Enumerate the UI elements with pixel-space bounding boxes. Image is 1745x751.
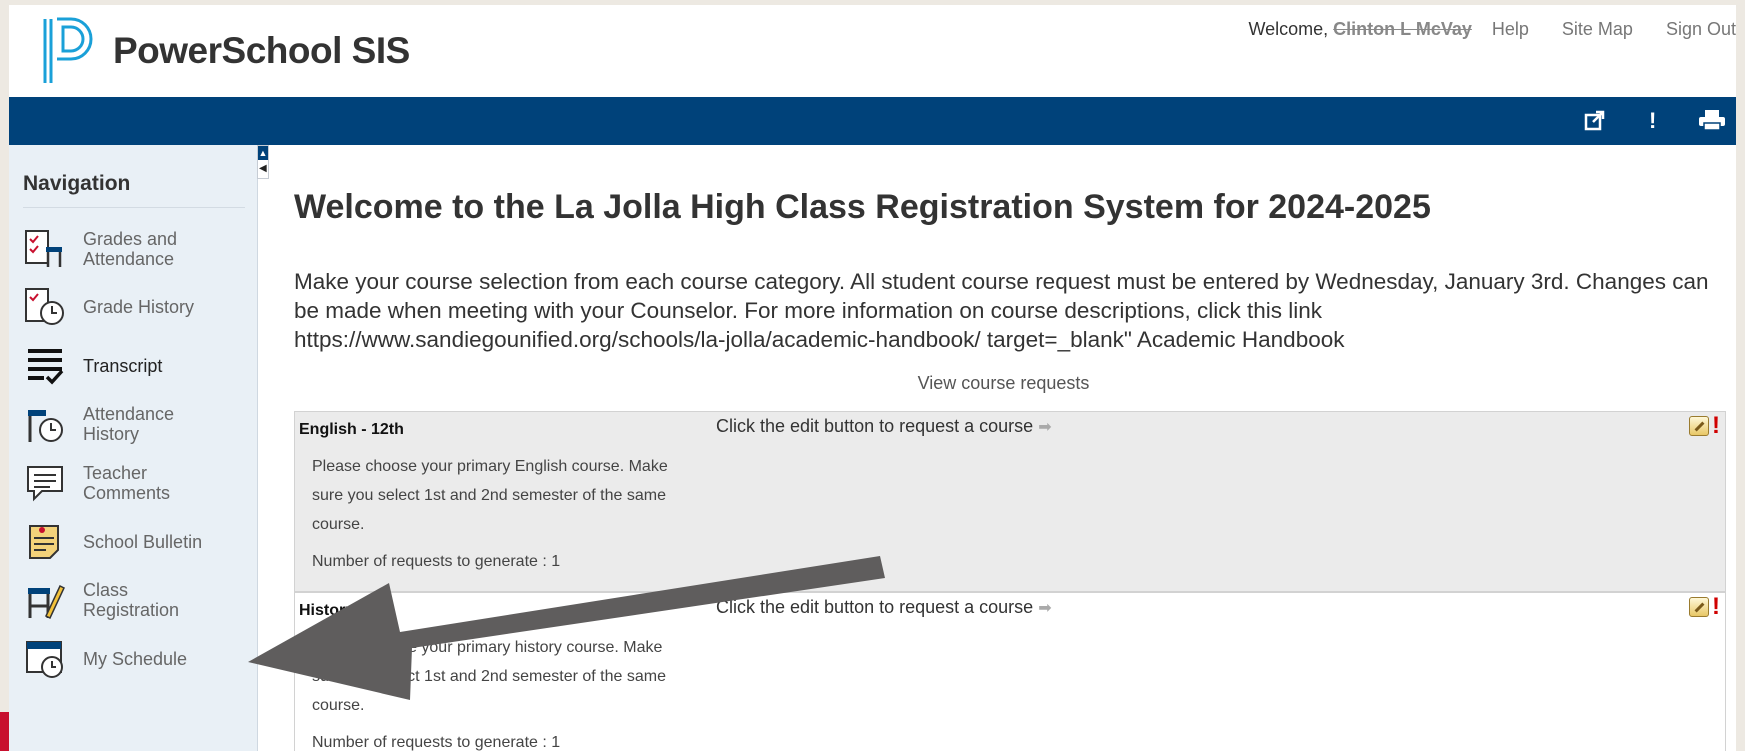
right-arrow-icon: ➡ [1038, 600, 1052, 617]
intro-text: Make your course selection from each cou… [294, 269, 1709, 352]
welcome-text: Welcome, [1248, 19, 1329, 39]
course-category-english: English - 12th Please choose your primar… [294, 411, 1726, 592]
sidebar-item-class-registration[interactable]: Class Registration [23, 572, 253, 628]
requests-to-generate: Number of requests to generate : 1 [312, 734, 561, 751]
category-title: History [299, 602, 355, 619]
sidebar-item-grade-history[interactable]: Grade History [23, 279, 253, 335]
school-bulletin-icon [23, 520, 67, 564]
course-category-history: History Please choose your primary histo… [294, 592, 1726, 751]
sidebar-item-school-bulletin[interactable]: School Bulletin [23, 514, 253, 570]
view-course-requests-link[interactable]: View course requests [271, 373, 1736, 394]
attendance-history-icon [23, 402, 67, 446]
sidebar-item-label: Class Registration [83, 580, 180, 620]
requests-to-generate: Number of requests to generate : 1 [312, 553, 561, 570]
category-description: Please choose your primary history cours… [312, 639, 666, 714]
external-link-icon[interactable] [1584, 109, 1606, 136]
category-instruction: Click the edit button to request a cours… [716, 416, 1052, 437]
site-map-link[interactable]: Site Map [1562, 19, 1633, 40]
edit-button[interactable] [1689, 597, 1709, 617]
grade-history-icon [23, 285, 67, 329]
instruction-text: Click the edit button to request a cours… [716, 416, 1034, 436]
powerschool-window: PowerSchool SIS Welcome, Clinton L McVay… [9, 0, 1736, 751]
class-registration-icon [23, 578, 67, 622]
sidebar-item-label: Grade History [83, 297, 195, 317]
alert-icon[interactable]: ! [1649, 109, 1656, 133]
sidebar-collapse-toggle[interactable]: ▲ ◀ [257, 145, 269, 179]
top-header: PowerSchool SIS Welcome, Clinton L McVay… [9, 0, 1736, 97]
top-links: Welcome, Clinton L McVay Help Site Map S… [1248, 19, 1736, 40]
sidebar-item-grades-and-attendance[interactable]: Grades and Attendance [23, 221, 253, 277]
sidebar-item-my-schedule[interactable]: My Schedule [23, 631, 253, 687]
collapse-up-icon[interactable]: ▲ [258, 146, 268, 160]
sidebar-item-label: Attendance History [83, 404, 175, 444]
alert-icon: ! [1712, 412, 1720, 439]
navigation-sidebar: Navigation Grades and Attendance Grade H… [9, 145, 258, 751]
sidebar-item-label: Teacher Comments [83, 463, 171, 503]
right-arrow-icon: ➡ [1038, 419, 1052, 436]
app-name: PowerSchool SIS [113, 30, 410, 71]
sidebar-item-teacher-comments[interactable]: Teacher Comments [23, 455, 253, 511]
printer-icon[interactable] [1698, 109, 1726, 136]
help-link[interactable]: Help [1492, 19, 1529, 40]
navigation-divider [23, 207, 245, 208]
sidebar-item-label: Grades and Attendance [83, 229, 178, 269]
sidebar-item-label: Transcript [83, 356, 163, 376]
alert-icon: ! [1712, 593, 1720, 620]
instruction-text: Click the edit button to request a cours… [716, 597, 1034, 617]
sign-out-link[interactable]: Sign Out [1666, 19, 1736, 40]
grades-attendance-icon [23, 227, 67, 271]
teacher-comments-icon [23, 461, 67, 505]
toolbar: ! [9, 97, 1736, 145]
page-title: Welcome to the La Jolla High Class Regis… [294, 188, 1431, 226]
sidebar-item-label: School Bulletin [83, 532, 203, 552]
category-description: Please choose your primary English cours… [312, 458, 668, 533]
category-instruction: Click the edit button to request a cours… [716, 597, 1052, 618]
collapse-left-icon[interactable]: ◀ [259, 163, 267, 174]
sidebar-item-label: My Schedule [83, 649, 188, 669]
main-content: Welcome to the La Jolla High Class Regis… [271, 145, 1736, 751]
category-title: English - 12th [299, 421, 404, 438]
my-schedule-icon [23, 637, 67, 681]
powerschool-logo[interactable]: PowerSchool SIS [41, 15, 410, 87]
sidebar-item-attendance-history[interactable]: Attendance History [23, 396, 253, 452]
edit-button[interactable] [1689, 416, 1709, 436]
user-name: Clinton L McVay [1333, 19, 1472, 39]
sidebar-item-transcript[interactable]: Transcript [23, 338, 253, 394]
navigation-title: Navigation [23, 172, 131, 195]
transcript-icon [23, 344, 67, 388]
powerschool-p-icon [43, 17, 93, 83]
